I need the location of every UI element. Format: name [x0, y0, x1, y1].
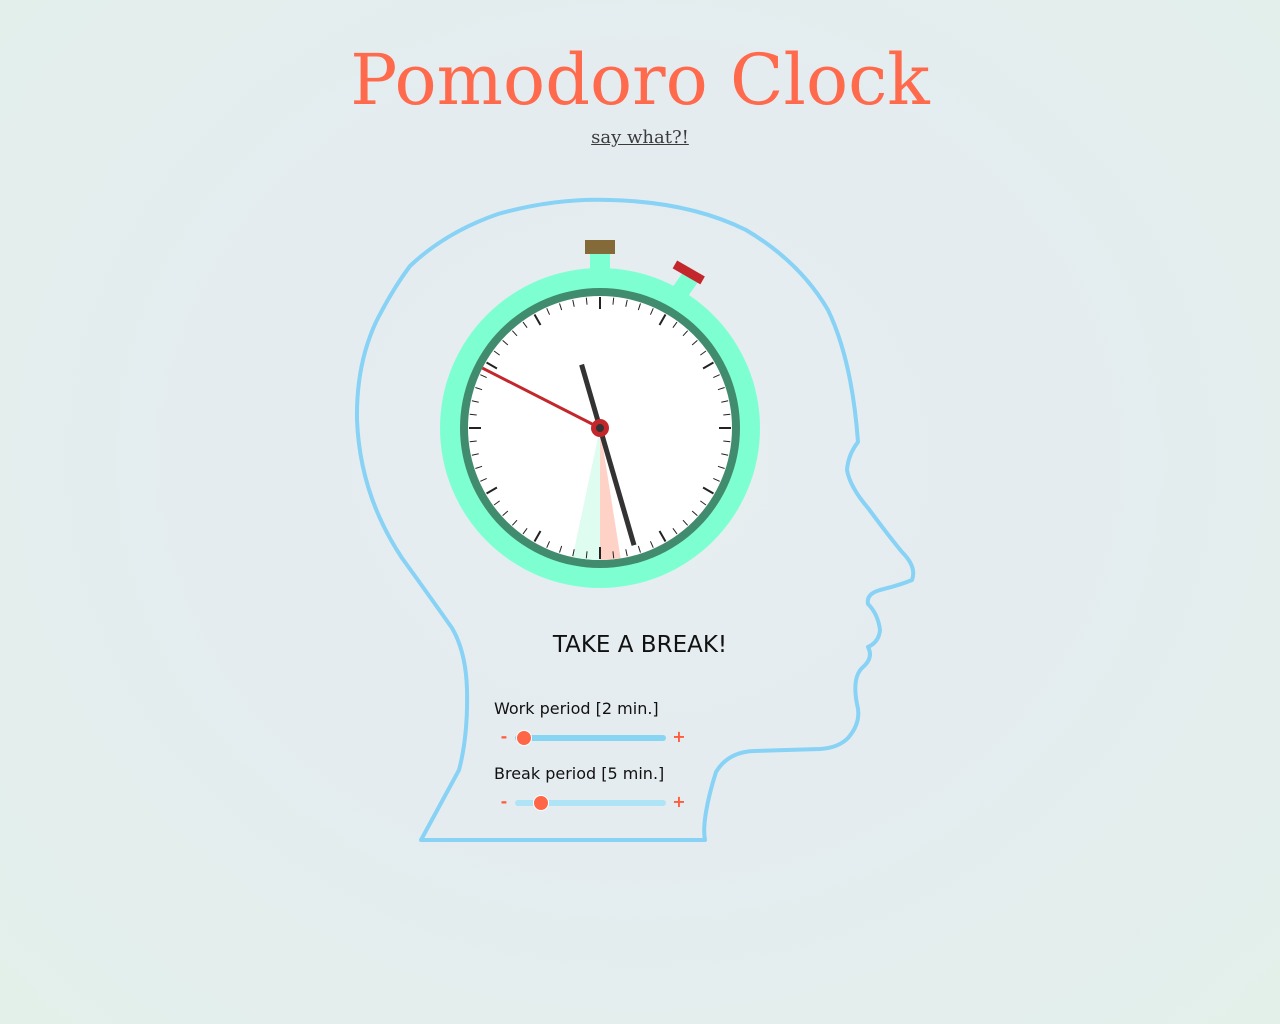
break-decrease-button[interactable]: -	[496, 793, 512, 811]
work-period-slider[interactable]	[515, 731, 666, 745]
stopwatch-illustration	[354, 197, 916, 842]
break-slider-thumb[interactable]	[533, 796, 548, 810]
break-period-slider[interactable]	[515, 796, 666, 810]
stopwatch	[440, 240, 760, 588]
break-period-label: Break period [5 min.]	[494, 764, 665, 783]
break-increase-button[interactable]: +	[671, 793, 687, 811]
work-period-label: Work period [2 min.]	[494, 699, 659, 718]
work-decrease-button[interactable]: -	[496, 728, 512, 746]
work-increase-button[interactable]: +	[671, 728, 687, 746]
work-period-control: - +	[496, 728, 687, 746]
status-message: TAKE A BREAK!	[552, 632, 728, 658]
hand-pivot-center	[596, 424, 604, 432]
top-button	[585, 240, 615, 254]
work-slider-thumb[interactable]	[517, 731, 532, 745]
break-period-control: - +	[496, 793, 687, 811]
